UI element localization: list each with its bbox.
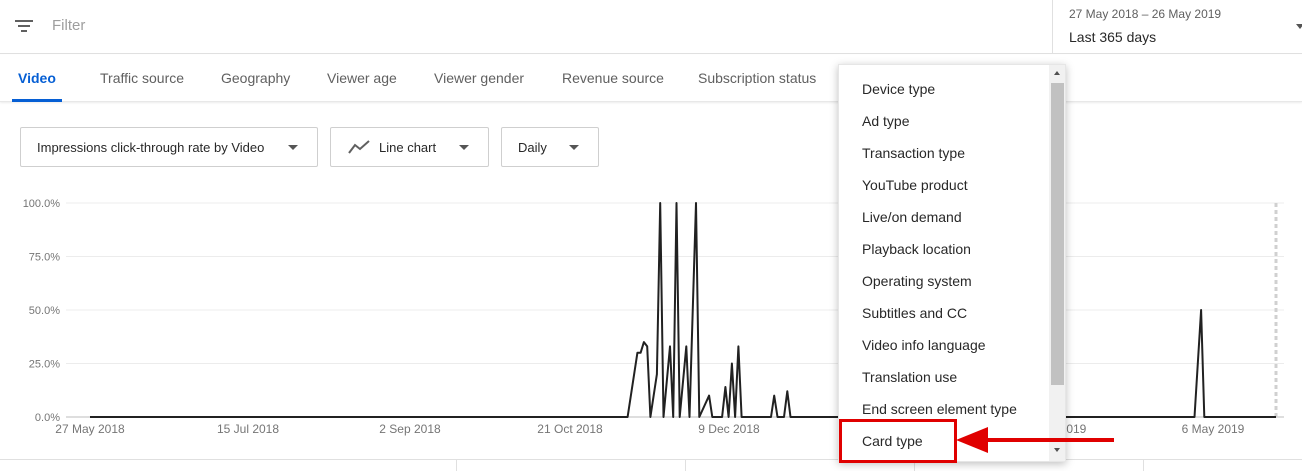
x-tick-label: 21 Oct 2018	[537, 422, 603, 436]
dimension-tabs: Video Traffic source Geography Viewer ag…	[0, 55, 1302, 102]
menu-item-translation-use[interactable]: Translation use	[862, 361, 957, 393]
y-tick-label: 50.0%	[29, 305, 60, 317]
chevron-down-icon	[569, 145, 579, 150]
scroll-thumb[interactable]	[1051, 83, 1064, 385]
filter-input[interactable]: Filter	[52, 17, 85, 34]
menu-item-video-info-language[interactable]: Video info language	[862, 329, 986, 361]
menu-item-device-type[interactable]: Device type	[862, 73, 935, 105]
filter-bar: Filter 27 May 2018 – 26 May 2019 Last 36…	[0, 0, 1302, 54]
date-range-picker[interactable]: 27 May 2018 – 26 May 2019 Last 365 days	[1052, 0, 1302, 54]
filter-icon[interactable]	[14, 17, 34, 35]
tab-viewer-gender[interactable]: Viewer gender	[434, 55, 524, 102]
y-tick-label: 25.0%	[29, 359, 60, 371]
divider	[685, 460, 686, 471]
x-tick-label: 6 May 2019	[1182, 422, 1245, 436]
tab-traffic-source[interactable]: Traffic source	[100, 55, 184, 102]
x-tick-label: 27 May 2018	[55, 422, 125, 436]
scroll-up-arrow-icon[interactable]	[1054, 71, 1060, 75]
line-chart-icon	[348, 140, 370, 154]
y-tick-label: 100.0%	[23, 198, 61, 210]
divider	[456, 460, 457, 471]
tab-revenue-source[interactable]: Revenue source	[562, 55, 664, 102]
metric-dropdown[interactable]: Impressions click-through rate by Video	[20, 127, 318, 167]
menu-item-operating-system[interactable]: Operating system	[862, 265, 972, 297]
dimension-dropdown-menu: Device type Ad type Transaction type You…	[838, 64, 1066, 462]
y-tick-label: 75.0%	[29, 252, 60, 264]
tab-video[interactable]: Video	[12, 55, 62, 102]
chart-type-label: Line chart	[379, 140, 437, 155]
ctr-line-chart: 0.0%25.0%50.0%75.0%100.0%27 May 2018 15 J…	[23, 198, 1284, 436]
divider	[1143, 460, 1144, 471]
menu-item-live-on-demand[interactable]: Live/on demand	[862, 201, 962, 233]
x-tick-label: 15 Jul 2018	[217, 422, 279, 436]
chevron-down-icon	[288, 145, 298, 150]
metric-dropdown-label: Impressions click-through rate by Video	[37, 140, 265, 155]
chart-type-dropdown[interactable]: Line chart	[330, 127, 489, 167]
menu-item-playback-location[interactable]: Playback location	[862, 233, 971, 265]
menu-item-ad-type[interactable]: Ad type	[862, 105, 909, 137]
tab-viewer-age[interactable]: Viewer age	[327, 55, 397, 102]
date-range-text: 27 May 2018 – 26 May 2019	[1069, 7, 1222, 21]
x-tick-label: 2 Sep 2018	[379, 422, 441, 436]
granularity-dropdown[interactable]: Daily	[501, 127, 599, 167]
menu-item-youtube-product[interactable]: YouTube product	[862, 169, 968, 201]
card-type-highlight-box	[839, 419, 957, 463]
totals-bar	[0, 459, 1302, 471]
chevron-down-icon	[1296, 24, 1302, 29]
annotation-arrow-icon	[956, 427, 1114, 453]
menu-item-transaction-type[interactable]: Transaction type	[862, 137, 965, 169]
menu-item-subtitles-cc[interactable]: Subtitles and CC	[862, 297, 967, 329]
date-preset-text: Last 365 days	[1069, 29, 1157, 45]
chevron-down-icon	[459, 145, 469, 150]
tab-geography[interactable]: Geography	[221, 55, 290, 102]
tab-subscription-status[interactable]: Subscription status	[698, 55, 816, 102]
granularity-label: Daily	[518, 140, 547, 155]
menu-scrollbar[interactable]	[1049, 65, 1065, 461]
x-tick-label: 9 Dec 2018	[698, 422, 760, 436]
